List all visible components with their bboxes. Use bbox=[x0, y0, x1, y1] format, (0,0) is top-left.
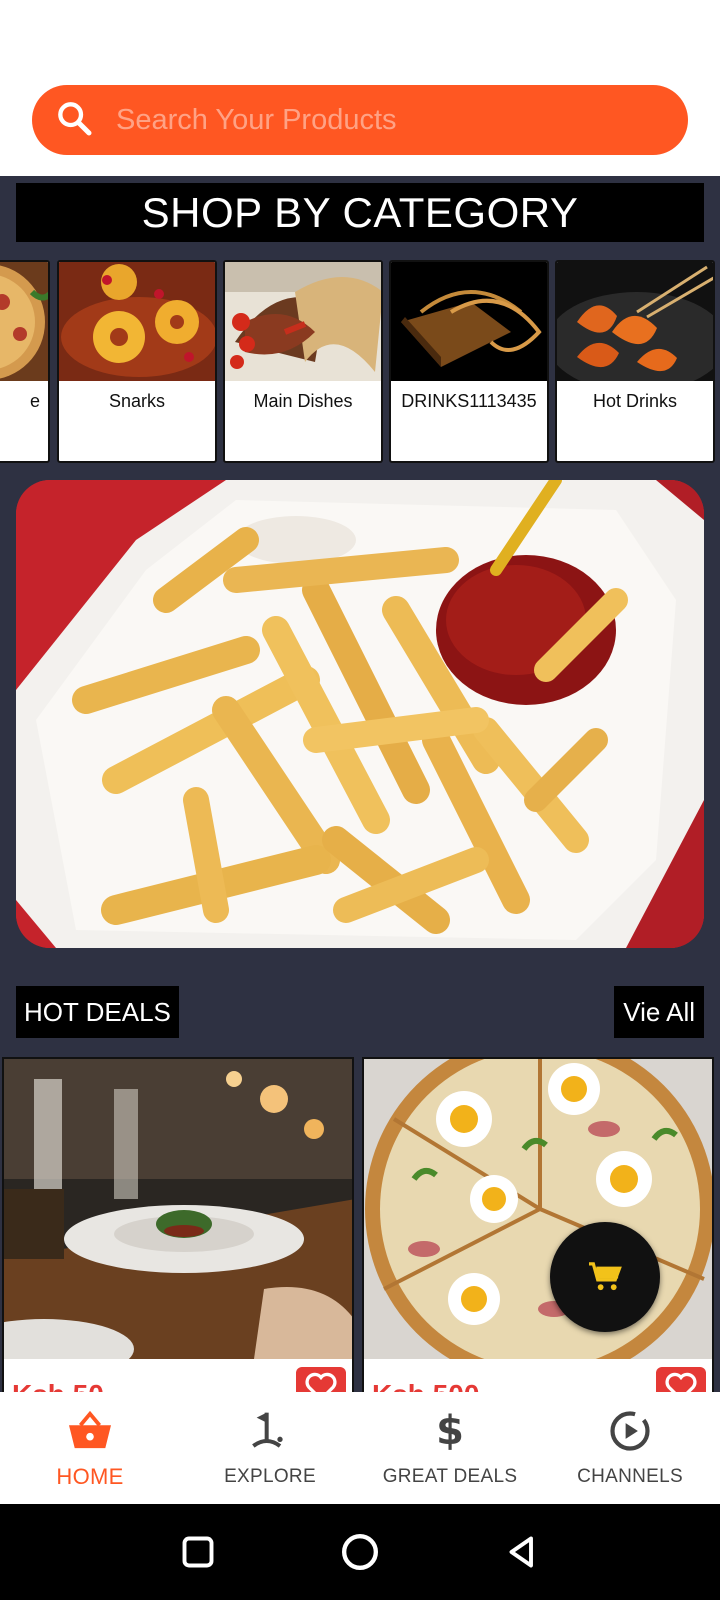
search-input[interactable] bbox=[116, 103, 636, 137]
category-label: Main Dishes bbox=[253, 391, 353, 411]
home-circle-icon[interactable] bbox=[340, 1532, 380, 1572]
category-card-snarks[interactable]: Snarks bbox=[57, 260, 217, 463]
category-carousel[interactable]: e Snarks Main Dishes DRINKS1113435 Hot D… bbox=[0, 260, 720, 463]
category-image bbox=[225, 262, 381, 381]
nav-item-explore[interactable]: EXPLORE bbox=[180, 1392, 360, 1504]
play-circle-icon bbox=[605, 1406, 655, 1456]
promo-banner[interactable] bbox=[16, 480, 704, 948]
nav-label: GREAT DEALS bbox=[382, 1466, 518, 1487]
back-icon[interactable] bbox=[504, 1534, 540, 1570]
nav-label: HOME bbox=[56, 1464, 124, 1489]
category-card-main-dishes[interactable]: Main Dishes bbox=[223, 260, 383, 463]
category-section-title: SHOP BY CATEGORY bbox=[16, 183, 704, 242]
deal-image bbox=[4, 1059, 352, 1359]
top-header bbox=[0, 0, 720, 176]
cart-icon bbox=[589, 1262, 622, 1291]
category-image bbox=[0, 262, 48, 381]
bottom-navigation: HOME EXPLORE $ GREAT DEALS CHANNELS bbox=[0, 1392, 720, 1504]
category-label: e bbox=[29, 391, 40, 411]
app-screen: SHOP BY CATEGORY e bbox=[0, 0, 720, 1600]
category-image bbox=[391, 262, 547, 381]
deal-image bbox=[364, 1059, 712, 1359]
search-bar[interactable] bbox=[32, 85, 688, 155]
category-image bbox=[557, 262, 713, 381]
category-card-drinks[interactable]: DRINKS1113435 bbox=[389, 260, 549, 463]
category-card-hot-drinks[interactable]: Hot Drinks bbox=[555, 260, 715, 463]
dollar-icon: $ bbox=[436, 1408, 464, 1454]
view-all-button[interactable]: Vie All bbox=[614, 986, 704, 1038]
fries-banner-image bbox=[16, 480, 704, 948]
deal-card[interactable]: Ksh 50 bbox=[2, 1057, 354, 1397]
nav-label: EXPLORE bbox=[224, 1466, 316, 1487]
hot-deals-title: HOT DEALS bbox=[16, 986, 179, 1038]
golf-flag-icon bbox=[245, 1406, 295, 1456]
category-image bbox=[59, 262, 215, 381]
category-label: DRINKS1113435 bbox=[401, 391, 537, 411]
system-navigation-bar bbox=[0, 1504, 720, 1600]
nav-item-home[interactable]: HOME bbox=[0, 1392, 180, 1504]
recents-icon[interactable] bbox=[180, 1534, 216, 1570]
category-card-pizza[interactable]: e bbox=[0, 260, 50, 463]
basket-icon bbox=[65, 1406, 115, 1456]
deal-card[interactable]: Ksh 500 bbox=[362, 1057, 714, 1397]
nav-item-great-deals[interactable]: $ GREAT DEALS bbox=[360, 1392, 540, 1504]
category-label: Hot Drinks bbox=[592, 391, 677, 411]
search-icon[interactable] bbox=[54, 98, 94, 143]
nav-label: CHANNELS bbox=[577, 1466, 683, 1487]
nav-item-channels[interactable]: CHANNELS bbox=[540, 1392, 720, 1504]
cart-fab-button[interactable] bbox=[550, 1222, 660, 1332]
category-label: Snarks bbox=[108, 391, 166, 411]
